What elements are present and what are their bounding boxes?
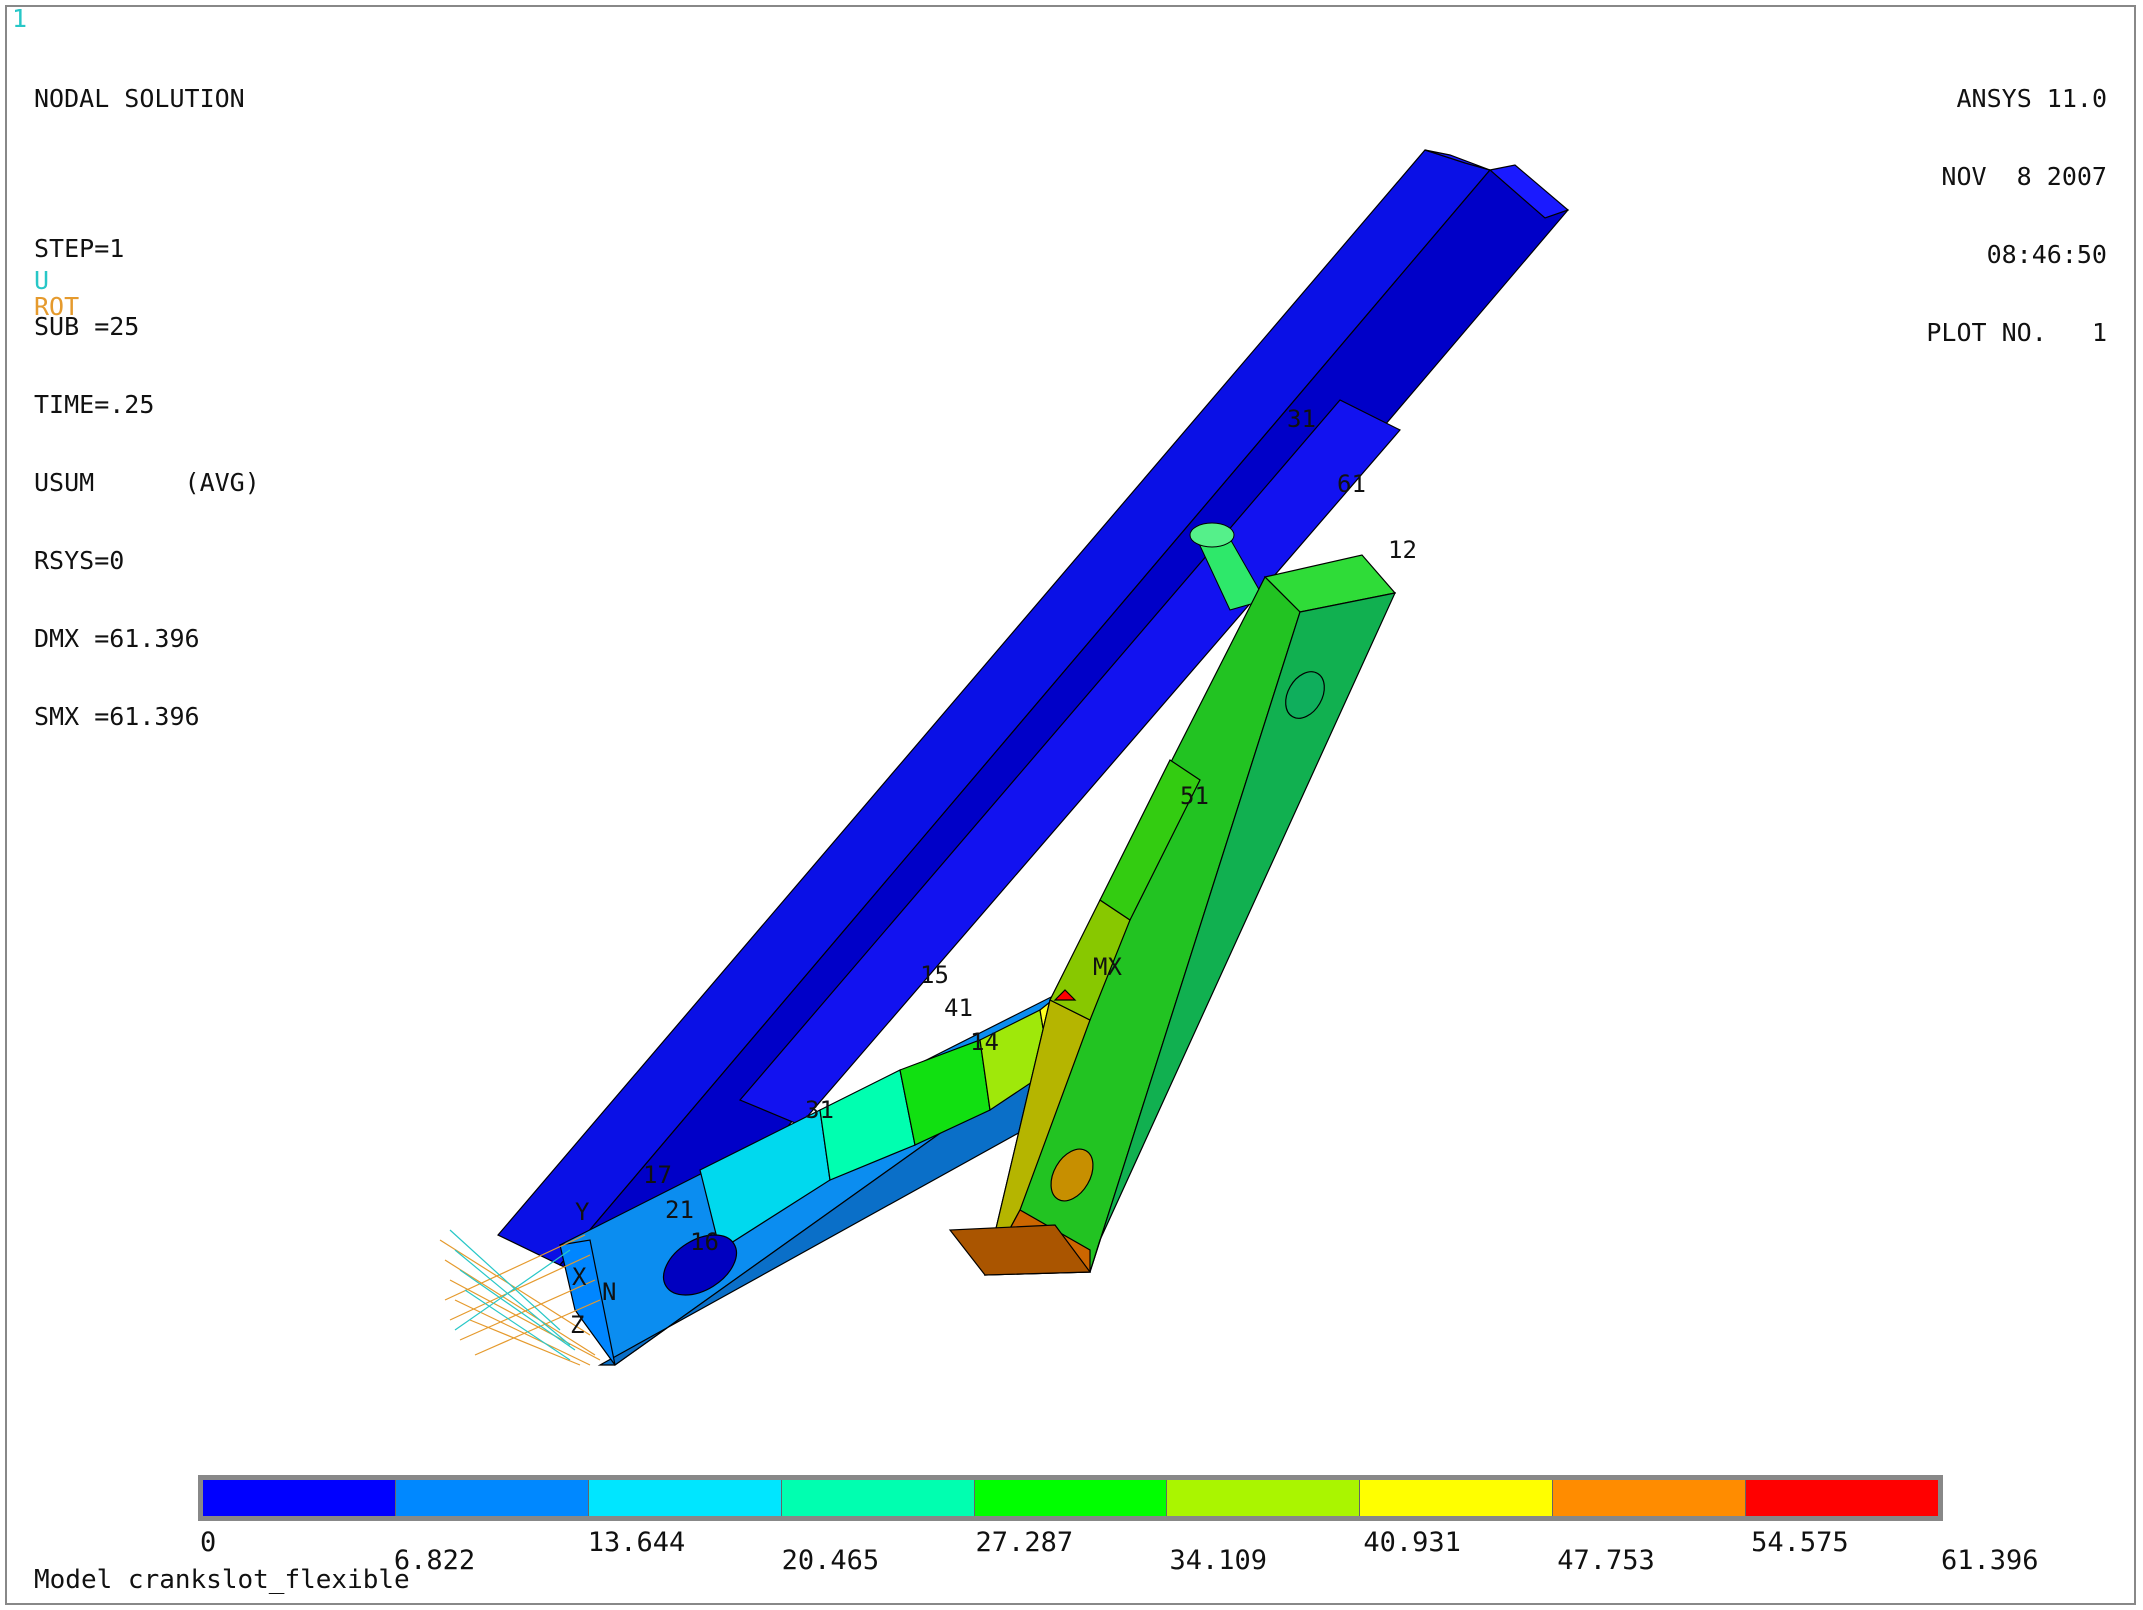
contour-band-6 (1360, 1480, 1554, 1516)
contour-tick-0: 0 (200, 1527, 217, 1558)
model-title: Model crankslot_flexible (34, 1565, 410, 1595)
triad-origin-label: N (602, 1278, 616, 1306)
contour-tick-5: 34.109 (1169, 1545, 1267, 1576)
node-label: 31 (1287, 405, 1316, 433)
node-label: 41 (944, 994, 973, 1022)
model-viewport[interactable]: 31 61 12 51 MX 15 41 14 31 17 21 16 Y X … (0, 0, 2143, 1610)
contour-tick-2: 13.644 (587, 1527, 686, 1558)
contour-band-4 (974, 1480, 1168, 1516)
contour-band-1 (395, 1480, 589, 1516)
contour-band-0 (203, 1480, 396, 1516)
contour-tick-9: 61.396 (1941, 1545, 2039, 1576)
contour-tick-3: 20.465 (781, 1545, 880, 1576)
node-label: 14 (970, 1028, 999, 1056)
contour-tick-7: 47.753 (1557, 1545, 1655, 1576)
axis-z-label: Z (570, 1311, 584, 1339)
axis-y-label: Y (575, 1198, 590, 1226)
axis-x-label: X (572, 1263, 587, 1291)
node-label: 51 (1180, 782, 1209, 810)
node-label: 17 (643, 1161, 672, 1189)
contour-band-5 (1167, 1480, 1361, 1516)
contour-tick-6: 40.931 (1363, 1527, 1461, 1558)
node-label: 15 (920, 961, 949, 989)
contour-band-8 (1746, 1480, 1939, 1516)
contour-tick-8: 54.575 (1751, 1527, 1849, 1558)
node-label: 61 (1337, 470, 1366, 498)
contour-band-3 (781, 1480, 975, 1516)
node-label: 16 (690, 1228, 719, 1256)
max-marker: MX (1093, 953, 1122, 981)
node-label: 21 (665, 1196, 694, 1224)
node-label: 12 (1388, 536, 1417, 564)
contour-tick-4: 27.287 (975, 1527, 1074, 1558)
node-label: 31 (805, 1096, 834, 1124)
contour-band-7 (1553, 1480, 1747, 1516)
contour-band-2 (588, 1480, 782, 1516)
contour-color-bar (198, 1475, 1943, 1521)
